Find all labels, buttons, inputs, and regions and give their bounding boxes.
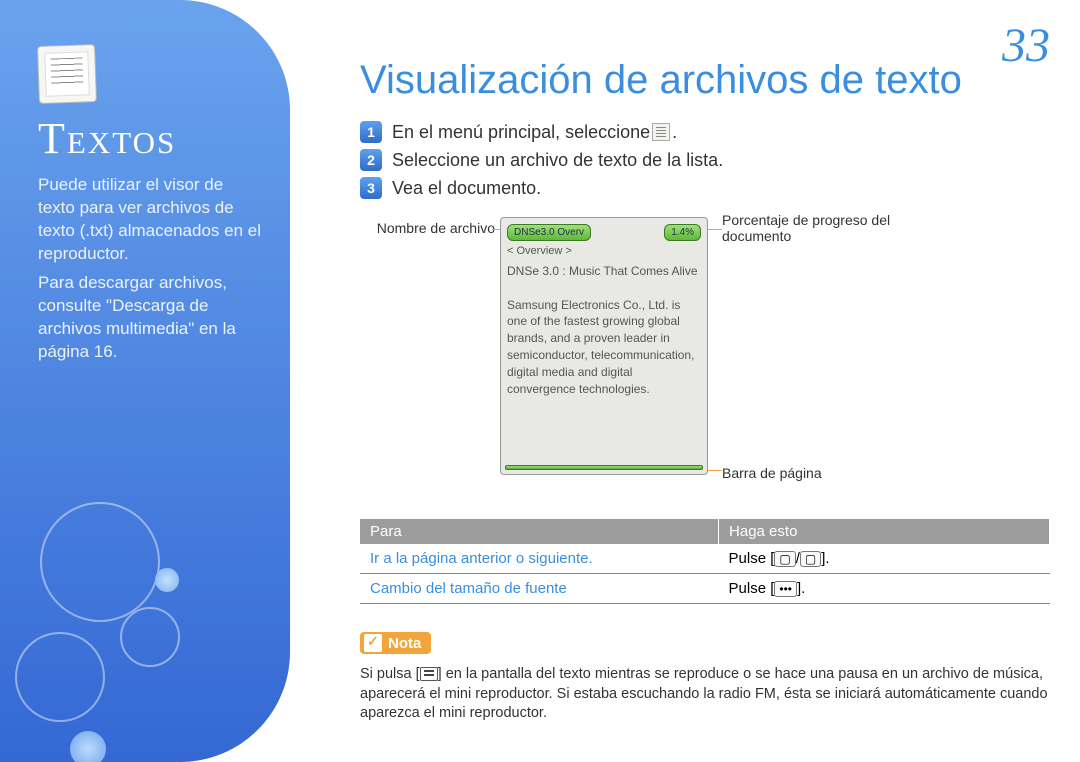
sidebar-paragraph-2: Para descargar archivos, consulte "Desca… <box>38 272 262 364</box>
device-diagram: Nombre de archivo Porcentaje de progreso… <box>360 217 1050 507</box>
step-text: Vea el documento. <box>392 178 541 199</box>
link-prev-next-page[interactable]: Ir a la página anterior o siguiente. <box>360 544 719 574</box>
down-key-icon: ▢ <box>800 551 821 567</box>
device-percent-pill: 1.4% <box>664 224 701 241</box>
step-number-icon: 3 <box>360 177 382 199</box>
text-app-icon <box>652 123 670 141</box>
decorative-dot <box>155 568 179 592</box>
up-key-icon: ▢ <box>774 551 795 567</box>
th-haga: Haga esto <box>719 519 1050 544</box>
step-number-icon: 1 <box>360 121 382 143</box>
device-overview-row[interactable]: < Overview > <box>507 245 701 257</box>
decorative-circle <box>15 632 105 722</box>
decorative-circle <box>120 607 180 667</box>
th-para: Para <box>360 519 719 544</box>
page-title: Visualización de archivos de texto <box>360 58 1050 103</box>
main-content: Visualización de archivos de texto 1 En … <box>360 58 1050 724</box>
callout-filename: Nombre de archivo <box>355 220 495 236</box>
sidebar-paragraph-1: Puede utilizar el visor de texto para ve… <box>38 174 262 266</box>
table-row: Ir a la página anterior o siguiente. Pul… <box>360 544 1050 574</box>
device-screen: DNSe3.0 Overv 1.4% < Overview > DNSe 3.0… <box>500 217 708 475</box>
commands-table: Para Haga esto Ir a la página anterior o… <box>360 519 1050 604</box>
note-label: Nota <box>388 635 421 652</box>
link-font-size[interactable]: Cambio del tamaño de fuente <box>360 574 719 604</box>
cell-action: Pulse [▢/▢]. <box>719 544 1050 574</box>
device-page-bar[interactable] <box>505 465 703 470</box>
step-3: 3 Vea el documento. <box>360 177 1050 199</box>
callout-progress: Porcentaje de progreso del documento <box>722 212 952 244</box>
note-badge: Nota <box>360 632 431 654</box>
note-block: Nota Si pulsa [] en la pantalla del text… <box>360 632 1050 724</box>
note-text: Si pulsa [] en la pantalla del texto mie… <box>360 665 1050 724</box>
step-suffix: . <box>672 122 677 143</box>
table-row: Cambio del tamaño de fuente Pulse [•••]. <box>360 574 1050 604</box>
sidebar-title: Textos <box>38 113 262 164</box>
step-number-icon: 2 <box>360 149 382 171</box>
device-filename-pill: DNSe3.0 Overv <box>507 224 591 241</box>
sidebar: Textos Puede utilizar el visor de texto … <box>0 0 290 762</box>
leader-line <box>706 470 722 471</box>
dots-key-icon: ••• <box>774 581 797 597</box>
step-text: Seleccione un archivo de texto de la lis… <box>392 150 723 171</box>
check-icon <box>364 634 382 652</box>
device-body-text: DNSe 3.0 : Music That Comes Alive Samsun… <box>507 263 701 397</box>
callout-pagebar: Barra de página <box>722 465 922 481</box>
decorative-circle <box>40 502 160 622</box>
step-2: 2 Seleccione un archivo de texto de la l… <box>360 149 1050 171</box>
cell-action: Pulse [•••]. <box>719 574 1050 604</box>
decorative-dot <box>70 731 106 762</box>
menu-key-icon <box>420 667 438 681</box>
textfile-icon <box>37 44 97 104</box>
step-1: 1 En el menú principal, seleccione . <box>360 121 1050 143</box>
step-text: En el menú principal, seleccione <box>392 122 650 143</box>
